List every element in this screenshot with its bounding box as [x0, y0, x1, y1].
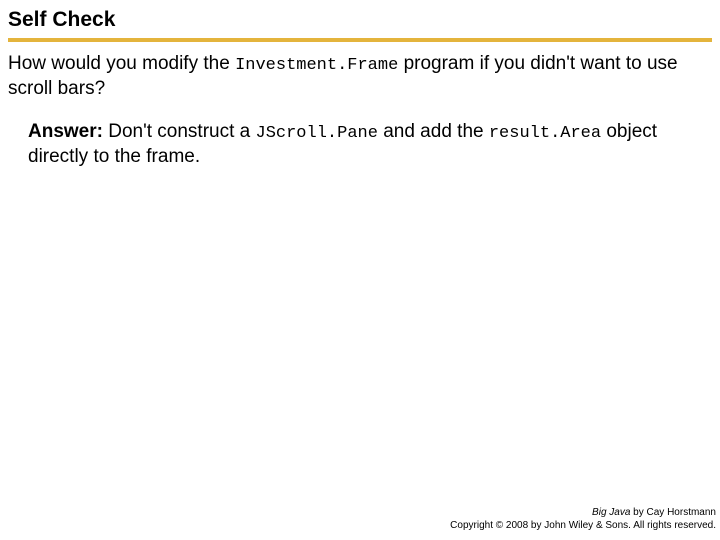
footer-book: Big Java [592, 507, 630, 518]
footer-by: by Cay Horstmann [630, 507, 716, 518]
footer: Big Java by Cay Horstmann Copyright © 20… [450, 507, 716, 532]
answer-code1: JScroll.Pane [256, 124, 378, 143]
footer-line1: Big Java by Cay Horstmann [450, 507, 716, 520]
question-code1: Investment.Frame [235, 56, 398, 75]
answer-label: Answer: [28, 121, 103, 142]
slide: Self Check How would you modify the Inve… [0, 0, 720, 540]
answer-code2: result.Area [489, 124, 601, 143]
slide-title: Self Check [8, 8, 712, 36]
footer-copyright: Copyright © 2008 by John Wiley & Sons. A… [450, 520, 716, 533]
answer-text: Answer: Don't construct a JScroll.Pane a… [8, 120, 712, 170]
question-part1: How would you modify the [8, 53, 235, 74]
question-text: How would you modify the Investment.Fram… [8, 52, 712, 102]
answer-part2: and add the [378, 121, 489, 142]
answer-part1: Don't construct a [103, 121, 256, 142]
title-underline [8, 38, 712, 42]
